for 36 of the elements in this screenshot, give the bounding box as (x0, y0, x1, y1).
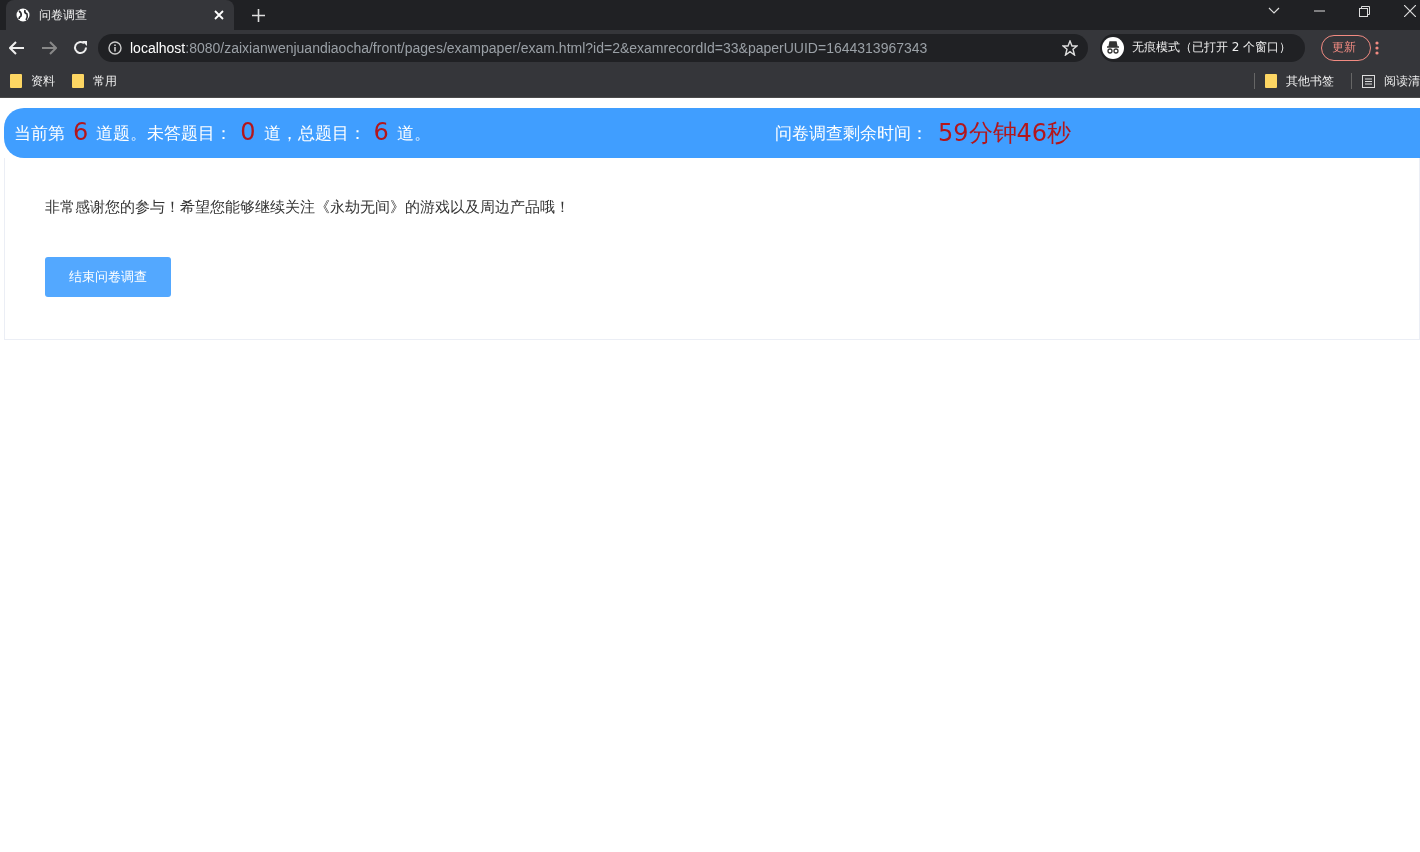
chevron-down-icon[interactable] (1268, 7, 1280, 15)
browser-tab[interactable]: 问卷调查 (6, 0, 234, 30)
count-number: 6 (73, 117, 89, 146)
forward-arrow-icon[interactable] (41, 40, 57, 55)
incognito-icon (1102, 36, 1124, 59)
restore-icon[interactable] (1359, 5, 1370, 17)
timer-label: 问卷调查剩余时间： (775, 121, 928, 145)
list-icon (1362, 74, 1375, 88)
timer-value: 59分钟46秒 (938, 118, 1072, 149)
more-menu-icon[interactable] (1375, 40, 1380, 55)
count-number: 6 (373, 117, 389, 146)
folder-icon (10, 74, 22, 88)
folder-icon (72, 74, 84, 88)
bookmark-item[interactable]: 其他书签 (1265, 72, 1334, 90)
address-bar[interactable]: localhost:8080/zaixianwenjuandiaocha/front/pages/exampaper/exam.html?id=2&examrecordId=33&paperUUID=1644313967343 (98, 33, 1088, 62)
incognito-indicator[interactable]: 无痕模式（已打开 2 个窗口） (1100, 33, 1306, 62)
count-number: 0 (240, 117, 256, 146)
progress-label: 道，总题目： (263, 121, 366, 145)
progress-label: 道题。未答题目： (96, 121, 233, 145)
back-arrow-icon[interactable] (9, 40, 25, 55)
bookmark-item[interactable]: 资料 (10, 72, 55, 90)
star-icon[interactable] (1062, 39, 1078, 56)
globe-icon (16, 8, 30, 22)
new-tab-icon[interactable] (252, 8, 265, 22)
thank-you-message: 非常感谢您的参与！希望您能够继续关注《永劫无间》的游戏以及周边产品哦！ (45, 198, 571, 217)
url-text: localhost:8080/zaixianwenjuandiaocha/front/pages/exampaper/exam.html?id=2&examrecordId=33&paperUUID=1644313967343 (130, 39, 928, 56)
close-icon[interactable] (1404, 5, 1416, 17)
bookmark-item[interactable]: 常用 (72, 72, 117, 90)
info-icon (108, 40, 122, 55)
reload-icon[interactable] (73, 40, 88, 55)
folder-icon (1265, 74, 1277, 88)
update-button[interactable]: 更新 (1321, 34, 1372, 61)
progress-label: 道。 (396, 121, 431, 145)
tab-title: 问卷调查 (39, 6, 88, 24)
bookmark-item[interactable]: 阅读清 (1362, 72, 1420, 90)
progress-label: 当前第 (14, 121, 65, 145)
